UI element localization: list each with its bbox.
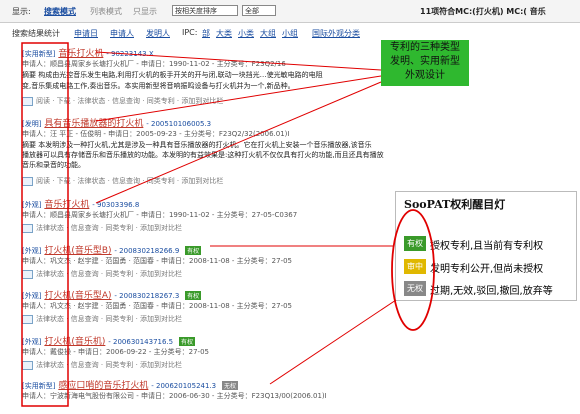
record-actions: 法律状态 · 信息查询 · 同类专利 · 添加到对比栏 [22,314,182,324]
stats-item-inventor[interactable]: 发明人 [146,28,170,39]
record-title-link[interactable]: 打火机(音乐型A) [44,291,111,301]
result-record: [外观] 打火机(音乐机) - 200630143716.5 有权 申请人：戴俊… [22,334,422,372]
filter-select[interactable]: 全部 [242,5,276,16]
stats-item-apply-date[interactable]: 申请日 [74,28,98,39]
mode-only-link[interactable]: 只显示 [133,6,157,17]
read-icon[interactable] [22,96,33,106]
top-toolbar: 显示: 搜索模式 列表模式 只显示 按相关度排序 全部 11项符合MC:(打火机… [0,0,580,23]
display-label: 显示: [12,7,31,16]
record-number: - 90223143.X [106,50,154,58]
stats-item-subclass[interactable]: 小类 [238,28,254,39]
record-type: [外观] [22,338,42,346]
record-actions-links[interactable]: 阅读 · 下载 · 法律状态 · 信息查询 · 同类专利 · 添加到对比栏 [36,177,223,185]
record-number: - 200830218266.9 [114,247,180,255]
legend-text: 过期,无效,驳回,撤回,放弃等 [430,286,553,297]
record-actions-links[interactable]: 阅读 · 下载 · 法律状态 · 信息查询 · 同类专利 · 添加到对比栏 [36,97,223,105]
record-title-link[interactable]: 具有音乐播放器的打火机 [44,119,143,129]
legend-title: SooPAT权利醒目灯 [404,198,506,211]
mode-search-link[interactable]: 搜索模式 [44,6,76,17]
search-stats-bar: 搜索结果统计 申请日 申请人 发明人 IPC: 部 大类 小类 大组 小组 国际… [12,28,580,40]
read-icon[interactable] [22,176,33,186]
record-actions: 法律状态 · 信息查询 · 同类专利 · 添加到对比栏 [22,223,182,233]
result-record: [外观] 音乐打火机 - 90303396.8 申请人：顺昌县周家乡长塘打火机厂… [22,197,422,235]
legend-row-invalid: 无权 过期,无效,驳回,撤回,放弃等 [404,281,574,297]
result-record: [实用新型] 感应口哨的音乐打火机 - 200620105241.3 无权 申请… [22,378,422,408]
record-meta: 申请人：顺昌县周家乡长塘打火机厂 - 申请日：1990-11-02 - 主分类号… [22,211,298,219]
read-icon[interactable] [22,223,33,233]
status-badge: 无权 [221,381,238,390]
record-abstract-line: 音乐和录音的功能。 [22,161,85,169]
record-abstract-line: 摘要 构成由光控音乐发生电路,利用打火机的板手开关的开与闭,联动一块挡光…使光敏… [22,71,323,79]
status-badge: 有权 [185,246,202,255]
status-tag-pending: 审中 [404,259,426,274]
mode-list-link[interactable]: 列表模式 [90,6,122,17]
record-meta: 申请人：顺昌县周家乡长塘打火机厂 - 申请日：1990-11-02 - 主分类号… [22,60,286,68]
record-type: [实用新型] [22,50,56,58]
result-record: [外观] 打火机(音乐型A) - 200830218267.3 有权 申请人：巩… [22,288,422,326]
record-actions-links[interactable]: 法律状态 · 信息查询 · 同类专利 · 添加到对比栏 [36,224,182,232]
stats-item-class[interactable]: 大类 [216,28,232,39]
record-meta: 申请人：宁波新海电气股份有限公司 - 申请日：2006-06-30 - 主分类号… [22,392,327,400]
record-title-link[interactable]: 打火机(音乐机) [44,337,105,347]
legend-text: 授权专利,且当前有专利权 [430,241,544,252]
record-actions: 阅读 · 下载 · 法律状态 · 信息查询 · 同类专利 · 添加到对比栏 [22,96,223,106]
sort-select[interactable]: 按相关度排序 [172,5,238,16]
record-type: [外观] [22,247,42,255]
record-actions: 法律状态 · 信息查询 · 同类专利 · 添加到对比栏 [22,269,182,279]
record-actions-links[interactable]: 法律状态 · 信息查询 · 同类专利 · 添加到对比栏 [36,361,182,369]
callout-text: 专利的三种类型 发明、实用新型 外观设计 [390,42,460,81]
record-type: [发明] [22,120,42,128]
record-meta: 申请人：巩文杰 · 赵宇建 · 范国勇 · 范国春 - 申请日：2008-11-… [22,257,292,265]
result-record: [实用新型] 音乐打火机 - 90223143.X 申请人：顺昌县周家乡长塘打火… [22,46,422,108]
record-abstract-line: 变,音乐集成电路工作,奏出音乐。本实用新型将音响振鸣设备与打火机并为一个,新品种… [22,82,295,90]
legend-row-pending: 审中 发明专利公开,但尚未授权 [404,259,574,275]
record-number: - 200620105241.3 [151,382,217,390]
legend-row-valid: 有权 授权专利,且当前有专利权 [404,236,574,252]
record-actions: 阅读 · 下载 · 法律状态 · 信息查询 · 同类专利 · 添加到对比栏 [22,176,223,186]
status-badge: 有权 [179,337,196,346]
stats-item-group[interactable]: 大组 [260,28,276,39]
status-tag-valid: 有权 [404,236,426,251]
result-summary: 11项符合MC:(打火机) MC:( 音乐 [420,7,546,16]
stats-item-subgroup[interactable]: 小组 [282,28,298,39]
record-number: - 200510106005.3 [146,120,212,128]
read-icon[interactable] [22,360,33,370]
result-record: [发明] 具有音乐播放器的打火机 - 200510106005.3 申请人：汪 … [22,116,422,188]
record-meta: 申请人：汪 平正 - 伍俊明 - 申请日：2005-09-23 - 主分类号：F… [22,130,290,138]
record-meta: 申请人：戴俊操 - 申请日：2006-09-22 - 主分类号：27-05 [22,348,209,356]
record-type: [实用新型] [22,382,56,390]
record-title-link[interactable]: 音乐打火机 [58,49,103,59]
record-number: - 200830218267.3 [114,292,180,300]
record-actions-links[interactable]: 法律状态 · 信息查询 · 同类专利 · 添加到对比栏 [36,270,182,278]
legend-text: 发明专利公开,但尚未授权 [430,264,544,275]
stats-item-ipc: IPC: [182,28,198,37]
record-actions-links[interactable]: 法律状态 · 信息查询 · 同类专利 · 添加到对比栏 [36,315,182,323]
status-badge: 有权 [185,291,202,300]
stats-item-section[interactable]: 部 [202,28,210,39]
stats-item-locarno[interactable]: 国际外观分类 [312,28,360,39]
record-title-link[interactable]: 音乐打火机 [44,200,89,210]
record-type: [外观] [22,201,42,209]
rights-legend-panel: SooPAT权利醒目灯 有权 授权专利,且当前有专利权 审中 发明专利公开,但尚… [395,191,577,301]
read-icon[interactable] [22,314,33,324]
status-tag-invalid: 无权 [404,281,426,296]
record-title-link[interactable]: 感应口哨的音乐打火机 [58,381,148,391]
record-actions: 法律状态 · 信息查询 · 同类专利 · 添加到对比栏 [22,360,182,370]
record-abstract-line: 播放器可以具有存储音乐和音乐播放的功能。本发明的有益效果是:这种打火机不仅仅具有… [22,151,384,159]
record-abstract-line: 摘要 本发明涉及一种打火机,尤其是涉及一种具有音乐播放器的打火机。它在打火机上安… [22,141,372,149]
stats-item-applicant[interactable]: 申请人 [110,28,134,39]
read-icon[interactable] [22,269,33,279]
stats-label: 搜索结果统计 [12,29,60,38]
record-type: [外观] [22,292,42,300]
record-meta: 申请人：巩文杰 · 赵宇建 · 范国勇 · 范国春 - 申请日：2008-11-… [22,302,292,310]
record-number: - 90303396.8 [92,201,140,209]
record-number: - 200630143716.5 [108,338,174,346]
patent-types-callout: 专利的三种类型 发明、实用新型 外观设计 [381,40,469,86]
record-title-link[interactable]: 打火机(音乐型B) [44,246,111,256]
result-record: [外观] 打火机(音乐型B) - 200830218266.9 有权 申请人：巩… [22,243,422,281]
